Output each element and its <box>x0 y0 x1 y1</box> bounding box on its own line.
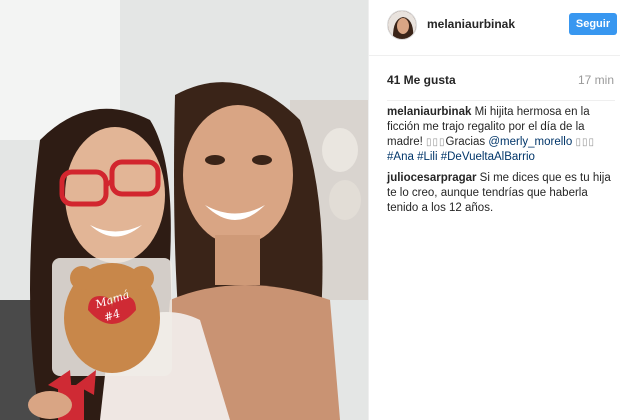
avatar[interactable] <box>387 10 417 40</box>
comment-text: Gracias <box>445 136 489 148</box>
comment-reply: juliocesarpragar Si me dices que es tu h… <box>387 171 615 216</box>
hashtag-link[interactable]: #Lili <box>417 151 437 163</box>
post-details-panel: melaniaurbinak Seguir 41 Me gusta 17 min… <box>368 0 620 420</box>
post-time[interactable]: 17 min <box>578 73 614 87</box>
comment-author[interactable]: melaniaurbinak <box>387 106 471 118</box>
comment-author[interactable]: juliocesarpragar <box>387 172 476 184</box>
comments-list: melaniaurbinak Mi hijita hermosa en la f… <box>387 100 615 222</box>
username[interactable]: melaniaurbinak <box>427 17 515 31</box>
emoji-placeholder: ▯▯▯ <box>426 137 446 148</box>
emoji-placeholder: ▯▯▯ <box>575 137 595 148</box>
avatar-image <box>388 11 416 39</box>
hashtag-link[interactable]: #DeVueltaAlBarrio <box>441 151 535 163</box>
post-header: melaniaurbinak Seguir <box>369 0 620 56</box>
mention-link[interactable]: @merly_morello <box>488 136 572 148</box>
selfie-image <box>0 0 368 420</box>
likes-count[interactable]: 41 Me gusta <box>387 73 456 87</box>
follow-button[interactable]: Seguir <box>569 13 617 35</box>
post-photo[interactable]: Mamá #4 <box>0 0 368 420</box>
hashtag-link[interactable]: #Ana <box>387 151 414 163</box>
instagram-post: Mamá #4 melaniaurbinak Seguir 41 Me gust… <box>0 0 620 420</box>
comment-caption: melaniaurbinak Mi hijita hermosa en la f… <box>387 105 615 165</box>
